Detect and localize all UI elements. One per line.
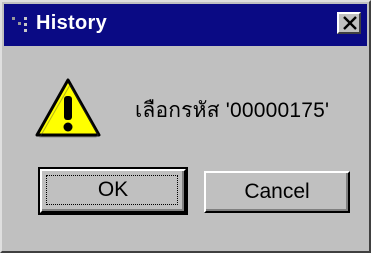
- history-dialog: History เลือกรหัส '00000175' OK Cancel: [0, 0, 371, 253]
- title-bar[interactable]: History: [4, 4, 367, 46]
- message-text: เลือกรหัส '00000175': [135, 99, 330, 122]
- window-title: History: [36, 12, 108, 34]
- close-button[interactable]: [337, 12, 361, 34]
- cancel-button[interactable]: Cancel: [204, 171, 350, 213]
- cancel-button-label: Cancel: [244, 180, 310, 203]
- warning-icon: [34, 77, 102, 139]
- ok-button-label: OK: [97, 178, 129, 201]
- ok-button[interactable]: OK: [38, 167, 188, 215]
- close-icon: [343, 16, 357, 30]
- history-app-icon: [10, 13, 32, 35]
